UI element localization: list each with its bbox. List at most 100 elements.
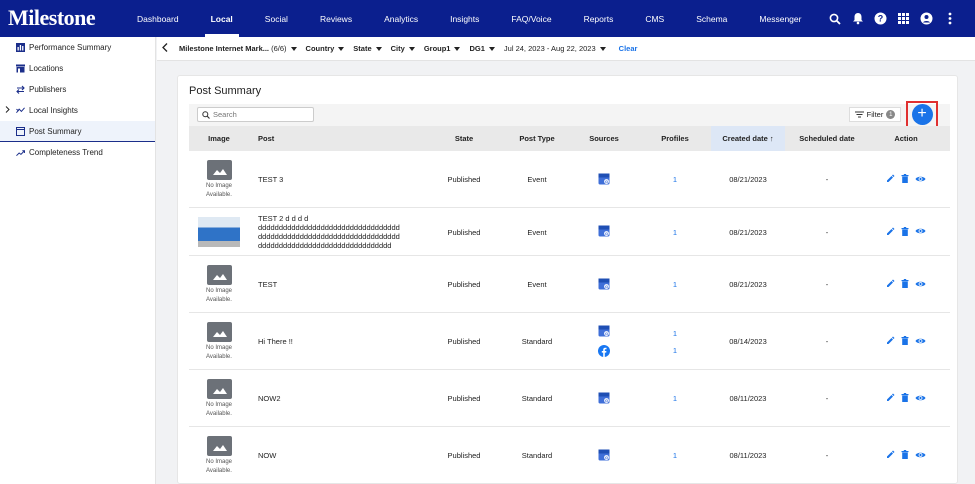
state-cell: Published <box>447 394 481 403</box>
delete-icon[interactable] <box>901 336 909 347</box>
nav-local[interactable]: Local <box>195 0 249 37</box>
search-icon[interactable] <box>827 11 842 26</box>
profiles-count-link[interactable]: 1 <box>673 228 677 237</box>
bar-chart-icon <box>16 43 25 52</box>
edit-icon[interactable] <box>886 450 895 461</box>
sidebar-item-label: Post Summary <box>29 126 82 136</box>
profiles-count-link[interactable]: 1 <box>673 280 677 289</box>
view-icon[interactable] <box>915 280 926 290</box>
search-input[interactable] <box>213 110 308 119</box>
delete-icon[interactable] <box>901 226 909 238</box>
col-post-type[interactable]: Post Type <box>507 126 567 151</box>
post-text: TEST 3 <box>258 175 284 184</box>
nav-schema[interactable]: Schema <box>680 0 743 37</box>
city-label: City <box>390 44 405 53</box>
edit-icon[interactable] <box>886 227 895 238</box>
edit-icon[interactable] <box>886 336 895 347</box>
clear-filters-link[interactable]: Clear <box>619 44 638 53</box>
profiles-count-link[interactable]: 1 <box>673 329 677 338</box>
col-state[interactable]: State <box>434 126 494 151</box>
edit-icon[interactable] <box>886 393 895 404</box>
nav-reviews[interactable]: Reviews <box>304 0 368 37</box>
nav-insights[interactable]: Insights <box>434 0 495 37</box>
milestone-logo[interactable]: Milestone <box>8 5 96 31</box>
profiles-count-link[interactable]: 1 <box>673 451 677 460</box>
country-dropdown[interactable]: Country <box>306 44 345 53</box>
state-dropdown[interactable]: State <box>353 44 382 53</box>
nav-dashboard[interactable]: Dashboard <box>121 0 195 37</box>
no-image-caption: No Image Available. <box>205 401 232 417</box>
nav-reports[interactable]: Reports <box>568 0 630 37</box>
view-icon[interactable] <box>915 227 926 237</box>
dg-dropdown[interactable]: DG1 <box>469 44 495 53</box>
edit-icon[interactable] <box>886 174 895 185</box>
delete-icon[interactable] <box>901 174 909 185</box>
action-cell <box>879 427 933 484</box>
post-type-cell: Event <box>527 280 547 289</box>
col-created-date[interactable]: Created date ↑ <box>711 126 785 151</box>
group-dropdown[interactable]: Group1 <box>424 44 461 53</box>
account-icon[interactable] <box>919 11 934 26</box>
no-image-caption: No Image Available. <box>205 182 232 198</box>
action-cell <box>879 256 933 313</box>
profiles-count-link[interactable]: 1 <box>673 175 677 184</box>
account-dropdown[interactable]: Milestone Internet Mark... (6/6) <box>179 44 297 53</box>
action-cell <box>879 313 933 370</box>
post-thumbnail[interactable] <box>198 217 240 247</box>
delete-icon[interactable] <box>901 450 909 461</box>
col-post[interactable]: Post <box>258 126 298 151</box>
post-text: TEST 2 d d d d ddddddddddddddddddddddddd… <box>258 214 400 250</box>
search-icon <box>202 110 210 119</box>
collapse-sidebar-icon[interactable] <box>159 42 171 55</box>
sidebar-item-locations[interactable]: Locations <box>0 58 155 79</box>
nav-messenger[interactable]: Messenger <box>743 0 817 37</box>
view-icon[interactable] <box>915 337 926 347</box>
table-row: No Image Available. Hi There !! Published S… <box>189 313 950 370</box>
nav-analytics[interactable]: Analytics <box>368 0 434 37</box>
sidebar-item-post-summary[interactable]: Post Summary <box>0 121 155 142</box>
image-cell: No Image Available. <box>189 427 249 484</box>
nav-social[interactable]: Social <box>249 0 304 37</box>
filter-button[interactable]: Filter 1 <box>849 107 901 122</box>
view-icon[interactable] <box>915 394 926 404</box>
add-post-button[interactable]: + <box>911 104 933 125</box>
sidebar-item-completeness-trend[interactable]: Completeness Trend <box>0 142 155 163</box>
table-body: No Image Available. TEST 3 Published Event G… <box>189 151 950 484</box>
nav-cms[interactable]: CMS <box>629 0 680 37</box>
bell-icon[interactable] <box>850 11 865 26</box>
sidebar-item-performance-summary[interactable]: Performance Summary <box>0 37 155 58</box>
help-icon[interactable]: ? <box>873 11 888 26</box>
col-scheduled-date[interactable]: Scheduled date <box>791 126 863 151</box>
view-icon[interactable] <box>915 451 926 461</box>
col-profiles[interactable]: Profiles <box>645 126 705 151</box>
sources-cell: G <box>574 151 634 208</box>
profiles-count-link[interactable]: 1 <box>673 346 677 355</box>
nav-faq-voice[interactable]: FAQ/Voice <box>495 0 567 37</box>
city-dropdown[interactable]: City <box>391 44 415 53</box>
more-vertical-icon[interactable] <box>942 11 957 26</box>
delete-icon[interactable] <box>901 279 909 290</box>
post-cell: TEST 2 d d d d ddddddddddddddddddddddddd… <box>258 208 428 256</box>
action-cell <box>879 370 933 427</box>
sources-cell: G <box>574 427 634 484</box>
edit-icon[interactable] <box>886 279 895 290</box>
window-icon <box>16 126 25 136</box>
sidebar-item-publishers[interactable]: Publishers <box>0 79 155 100</box>
image-placeholder-icon <box>206 378 232 399</box>
created-date-cell: 08/14/2023 <box>729 337 767 346</box>
view-icon[interactable] <box>915 175 926 185</box>
sidebar-item-local-insights[interactable]: Local Insights <box>0 100 155 121</box>
apps-grid-icon[interactable] <box>896 11 911 26</box>
post-text: NOW2 <box>258 394 281 403</box>
profiles-cell: 11 <box>645 313 705 370</box>
created-date-cell: 08/21/2023 <box>729 227 767 237</box>
caret-down-icon <box>290 46 297 51</box>
table-row: No Image Available. TEST 3 Published Event G… <box>189 151 950 208</box>
sidebar-item-label: Performance Summary <box>29 43 112 52</box>
date-range-dropdown[interactable]: Jul 24, 2023 - Aug 22, 2023 <box>504 44 606 53</box>
state-cell: Published <box>447 451 481 460</box>
post-text: TEST <box>258 280 278 289</box>
profiles-count-link[interactable]: 1 <box>673 394 677 403</box>
table-toolbar: Filter 1 + <box>189 101 950 128</box>
delete-icon[interactable] <box>901 393 909 404</box>
